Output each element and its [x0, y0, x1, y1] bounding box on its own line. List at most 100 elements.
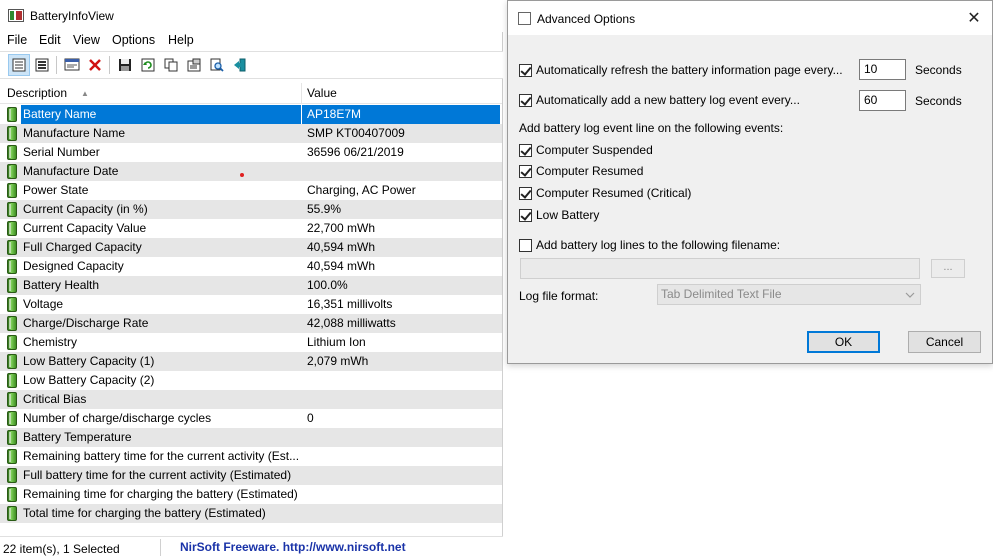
event-option[interactable]: Low Battery: [519, 207, 599, 223]
event-checkbox-resumed[interactable]: [519, 164, 532, 178]
column-description[interactable]: Description: [7, 86, 67, 100]
list-view-icon[interactable]: [31, 54, 53, 76]
table-row[interactable]: Remaining battery time for the current a…: [0, 447, 502, 466]
battery-icon: [7, 468, 17, 483]
row-description: Remaining time for charging the battery …: [23, 487, 298, 501]
advanced-options-dialog: Advanced Options ✕ Automatically refresh…: [507, 0, 993, 364]
menu-view[interactable]: View: [73, 33, 100, 47]
table-row[interactable]: Full Charged Capacity 40,594 mWh: [0, 238, 502, 257]
menu-edit[interactable]: Edit: [39, 33, 61, 47]
battery-icon: [7, 202, 17, 217]
event-option[interactable]: Computer Suspended: [519, 142, 653, 158]
row-description: Battery Name: [21, 105, 301, 124]
row-value: [302, 162, 500, 181]
row-value: Lithium Ion: [307, 335, 366, 349]
cancel-button[interactable]: Cancel: [908, 331, 981, 353]
row-value: Charging, AC Power: [307, 183, 416, 197]
properties-view-icon[interactable]: [8, 54, 30, 76]
table-row[interactable]: Manufacture Date: [0, 162, 502, 181]
battery-icon: [7, 430, 17, 445]
event-label-resumed: Computer Resumed: [536, 164, 644, 178]
log-format-value: Tab Delimited Text File: [661, 287, 782, 301]
battery-icon: [7, 240, 17, 255]
battery-info-list[interactable]: Description ▲ Value Battery Name AP18E7M M…: [0, 83, 502, 533]
event-checkbox-low-battery[interactable]: [519, 208, 532, 222]
app-icon: [8, 9, 24, 22]
row-value: 42,088 milliwatts: [307, 316, 396, 330]
battery-icon: [7, 487, 17, 502]
refresh-interval-input[interactable]: 10: [859, 59, 906, 80]
table-row[interactable]: Critical Bias: [0, 390, 502, 409]
table-row[interactable]: Full battery time for the current activi…: [0, 466, 502, 485]
row-value: 100.0%: [307, 278, 348, 292]
properties-icon[interactable]: [183, 54, 205, 76]
table-row[interactable]: Battery Temperature: [0, 428, 502, 447]
event-checkbox-resumed-critical[interactable]: [519, 186, 532, 200]
table-row[interactable]: Serial Number 36596 06/21/2019: [0, 143, 502, 162]
row-description: Full battery time for the current activi…: [23, 468, 292, 482]
auto-log-checkbox[interactable]: [519, 93, 532, 107]
browse-button[interactable]: ...: [931, 259, 965, 278]
auto-refresh-checkbox[interactable]: [519, 63, 532, 77]
table-row[interactable]: Voltage 16,351 millivolts: [0, 295, 502, 314]
refresh-icon[interactable]: [137, 54, 159, 76]
row-description: Battery Health: [23, 278, 100, 292]
row-value: [302, 371, 500, 390]
row-value: AP18E7M: [302, 105, 500, 124]
ok-button[interactable]: OK: [807, 331, 880, 353]
menu-help[interactable]: Help: [168, 33, 194, 47]
table-row[interactable]: Power State Charging, AC Power: [0, 181, 502, 200]
log-interval-input[interactable]: 60: [859, 90, 906, 111]
log-unit-label: Seconds: [915, 94, 962, 108]
main-titlebar[interactable]: BatteryInfoView: [0, 0, 503, 32]
auto-refresh-option[interactable]: Automatically refresh the battery inform…: [519, 62, 843, 78]
find-icon[interactable]: [206, 54, 228, 76]
log-to-file-option[interactable]: Add battery log lines to the following f…: [519, 237, 780, 253]
table-row[interactable]: Battery Name AP18E7M: [0, 105, 502, 124]
toolbar: [0, 51, 503, 79]
save-icon[interactable]: [114, 54, 136, 76]
table-row[interactable]: Manufacture Name SMP KT00407009: [0, 124, 502, 143]
battery-icon: [7, 335, 17, 350]
battery-icon: [7, 278, 17, 293]
exit-icon[interactable]: [229, 54, 251, 76]
log-format-select[interactable]: Tab Delimited Text File: [657, 284, 921, 305]
table-row[interactable]: Battery Health 100.0%: [0, 276, 502, 295]
row-value: 2,079 mWh: [307, 354, 369, 368]
row-description: Remaining battery time for the current a…: [23, 449, 300, 463]
log-to-file-checkbox[interactable]: [519, 238, 532, 252]
menu-file[interactable]: File: [7, 33, 27, 47]
delete-icon[interactable]: [84, 54, 106, 76]
dialog-icon: [518, 12, 531, 25]
table-row[interactable]: Current Capacity Value 22,700 mWh: [0, 219, 502, 238]
log-filename-input[interactable]: [520, 258, 920, 279]
dialog-titlebar[interactable]: Advanced Options ✕: [508, 1, 992, 35]
auto-log-option[interactable]: Automatically add a new battery log even…: [519, 92, 800, 108]
close-icon[interactable]: ✕: [964, 9, 984, 29]
table-row[interactable]: Remaining time for charging the battery …: [0, 485, 502, 504]
table-row[interactable]: Chemistry Lithium Ion: [0, 333, 502, 352]
row-value: [302, 390, 500, 409]
event-checkbox-suspended[interactable]: [519, 143, 532, 157]
table-row[interactable]: Number of charge/discharge cycles 0: [0, 409, 502, 428]
menu-options[interactable]: Options: [112, 33, 155, 47]
copy-icon[interactable]: [160, 54, 182, 76]
table-row[interactable]: Low Battery Capacity (1) 2,079 mWh: [0, 352, 502, 371]
row-description: Low Battery Capacity (2): [23, 373, 155, 387]
table-row[interactable]: Current Capacity (in %) 55.9%: [0, 200, 502, 219]
row-description: Current Capacity (in %): [23, 202, 148, 216]
battery-icon: [7, 297, 17, 312]
table-row[interactable]: Total time for charging the battery (Est…: [0, 504, 502, 523]
status-bar: 22 item(s), 1 Selected NirSoft Freeware.…: [0, 536, 503, 557]
log-to-file-label: Add battery log lines to the following f…: [536, 238, 781, 252]
refresh-unit-label: Seconds: [915, 63, 962, 77]
table-row[interactable]: Designed Capacity 40,594 mWh: [0, 257, 502, 276]
html-report-icon[interactable]: [61, 54, 83, 76]
column-value[interactable]: Value: [307, 86, 337, 100]
event-option[interactable]: Computer Resumed (Critical): [519, 185, 691, 201]
nirsoft-link[interactable]: NirSoft Freeware. http://www.nirsoft.net: [180, 540, 406, 554]
event-option[interactable]: Computer Resumed: [519, 163, 643, 179]
table-row[interactable]: Charge/Discharge Rate 42,088 milliwatts: [0, 314, 502, 333]
table-row[interactable]: Low Battery Capacity (2): [0, 371, 502, 390]
row-value: [302, 466, 500, 485]
